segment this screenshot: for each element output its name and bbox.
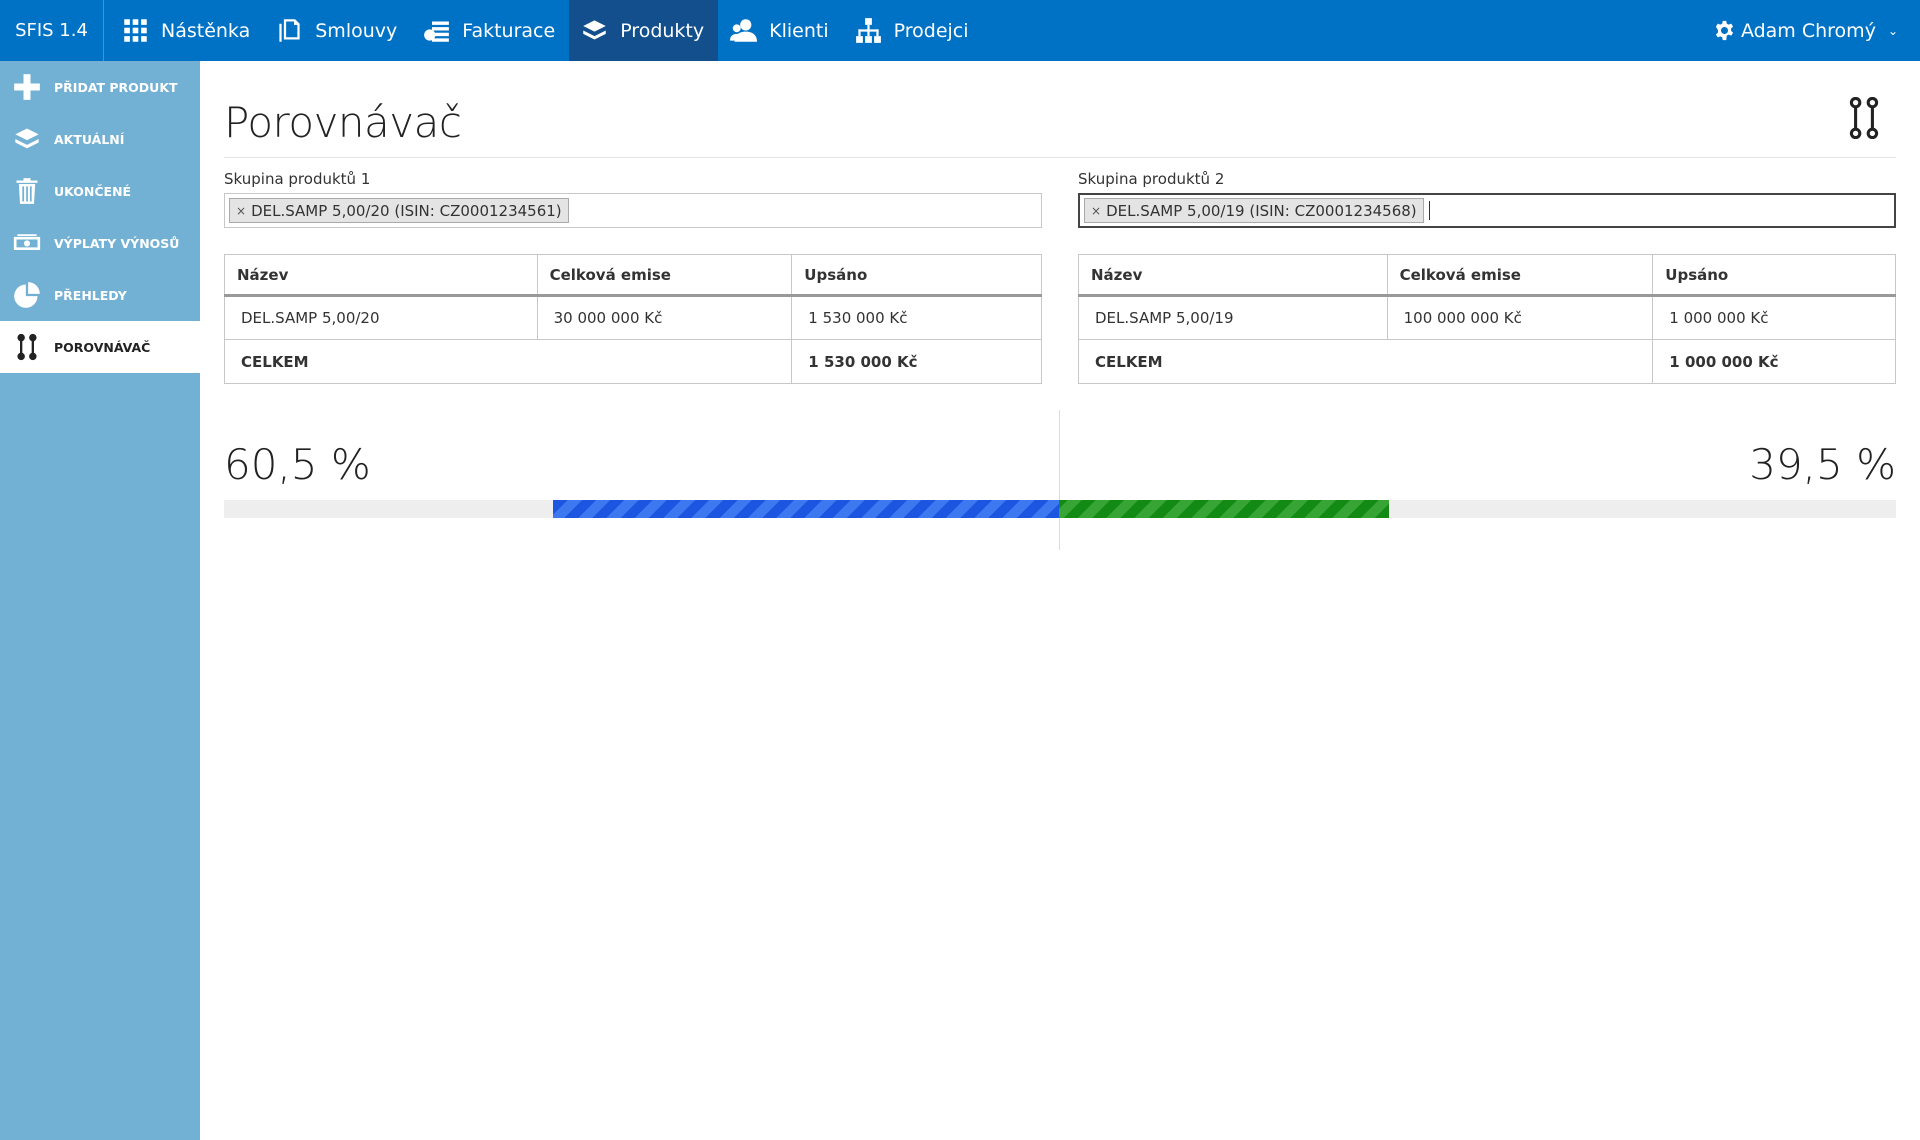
selected-product-chip: × DEL.SAMP 5,00/19 (ISIN: CZ0001234568) (1084, 198, 1424, 223)
sidebar-item-label: PŘIDAT PRODUKT (54, 79, 178, 95)
column-header[interactable]: Název (1078, 254, 1388, 297)
nav-item-klienti[interactable]: Klienti (718, 0, 842, 61)
main-content: Porovnávač Skupina produktů 1 × DEL.SAMP… (223, 61, 1896, 550)
group-1-table: Název Celková emise Upsáno DEL.SAMP 5,00… (223, 254, 1042, 384)
sidebar: PŘIDAT PRODUKT AKTUÁLNÍ UKONČENÉ VÝPLATY… (0, 61, 200, 1140)
ratio-track (224, 500, 1896, 518)
table-cell: DEL.SAMP 5,00/19 (1078, 295, 1388, 340)
sidebar-item-label: POROVNÁVAČ (54, 339, 151, 355)
selected-product-chip: × DEL.SAMP 5,00/20 (ISIN: CZ0001234561) (229, 198, 569, 223)
document-icon (279, 19, 300, 42)
sidebar-item-vyplaty-vynosu[interactable]: VÝPLATY VÝNOSŮ (0, 217, 200, 269)
total-label: CELKEM (223, 339, 793, 384)
group-2-ratio-bar (1059, 500, 1389, 518)
table-total-row: CELKEM 1 530 000 Kč (223, 339, 1042, 384)
nav-label: Smlouvy (315, 19, 398, 42)
sidebar-item-ukoncene[interactable]: UKONČENÉ (0, 165, 200, 217)
column-header[interactable]: Celková emise (1386, 254, 1654, 297)
column-header[interactable]: Upsáno (1652, 254, 1896, 297)
column-header[interactable]: Celková emise (536, 254, 793, 297)
chip-label: DEL.SAMP 5,00/20 (ISIN: CZ0001234561) (251, 201, 562, 220)
pie-chart-icon (14, 282, 40, 308)
chevron-down-icon: ⌄ (1887, 23, 1898, 38)
compare-icon[interactable] (1847, 97, 1881, 139)
money-icon (13, 234, 41, 250)
plus-icon (14, 74, 40, 100)
nav-label: Fakturace (462, 19, 556, 42)
sidebar-item-pridat-produkt[interactable]: PŘIDAT PRODUKT (0, 61, 200, 113)
nav-label: Prodejci (893, 19, 969, 42)
chip-remove-icon[interactable]: × (1091, 204, 1101, 218)
nav-item-prodejci[interactable]: Prodejci (843, 0, 983, 61)
user-name: Adam Chromý (1740, 19, 1876, 42)
left-percentage: 60,5 % (224, 440, 371, 489)
sidebar-item-prehledy[interactable]: PŘEHLEDY (0, 269, 200, 321)
sidebar-item-label: AKTUÁLNÍ (54, 131, 125, 147)
table-cell: 100 000 000 Kč (1386, 295, 1654, 340)
table-header-row: Název Celková emise Upsáno (1078, 254, 1896, 297)
grid-icon (124, 19, 147, 42)
product-groups: Skupina produktů 1 × DEL.SAMP 5,00/20 (I… (224, 170, 1896, 230)
table-cell: 1 000 000 Kč (1652, 295, 1896, 340)
users-icon (730, 19, 758, 42)
sidebar-item-aktualni[interactable]: AKTUÁLNÍ (0, 113, 200, 165)
comparison-tables: Název Celková emise Upsáno DEL.SAMP 5,00… (223, 254, 1896, 386)
product-group-1: Skupina produktů 1 × DEL.SAMP 5,00/20 (I… (224, 170, 1042, 228)
table-cell: 1 530 000 Kč (791, 295, 1042, 340)
sidebar-item-label: VÝPLATY VÝNOSŮ (54, 235, 180, 251)
product-group-2: Skupina produktů 2 × DEL.SAMP 5,00/19 (I… (1078, 170, 1896, 228)
total-value: 1 000 000 Kč (1652, 339, 1896, 384)
ratio-comparison: 60,5 % 39,5 % (224, 410, 1896, 550)
nav-item-nastenka[interactable]: Nástěnka (110, 0, 264, 61)
nav-label: Produkty (620, 19, 705, 42)
group-2-table: Název Celková emise Upsáno DEL.SAMP 5,00… (1077, 254, 1896, 384)
page-title: Porovnávač (224, 98, 462, 147)
text-cursor (1428, 201, 1430, 220)
chip-remove-icon[interactable]: × (236, 204, 246, 218)
compare-icon (17, 333, 37, 361)
table-row: DEL.SAMP 5,00/20 30 000 000 Kč 1 530 000… (224, 295, 1042, 340)
nav-item-fakturace[interactable]: Fakturace (411, 0, 569, 61)
group-1-ratio-bar (553, 500, 1059, 518)
table-cell: 30 000 000 Kč (536, 295, 793, 340)
total-label: CELKEM (1077, 339, 1654, 384)
top-navbar: SFIS 1.4 Nástěnka Smlouvy Fakturace Prod… (0, 0, 1920, 61)
trash-icon (16, 178, 38, 204)
user-menu[interactable]: Adam Chromý ⌄ (1714, 0, 1920, 61)
column-header[interactable]: Upsáno (791, 254, 1042, 297)
table-cell: DEL.SAMP 5,00/20 (224, 295, 538, 340)
hierarchy-icon (855, 18, 881, 43)
invoice-icon (424, 21, 450, 42)
table-header-row: Název Celková emise Upsáno (224, 254, 1042, 297)
chip-label: DEL.SAMP 5,00/19 (ISIN: CZ0001234568) (1106, 201, 1417, 220)
sidebar-item-porovnavac[interactable]: POROVNÁVAČ (0, 321, 200, 373)
app-brand[interactable]: SFIS 1.4 (0, 0, 104, 61)
gear-icon (1715, 20, 1734, 41)
layers-icon (583, 20, 606, 40)
group-label: Skupina produktů 1 (224, 170, 371, 188)
nav-label: Nástěnka (161, 19, 251, 42)
product-group-2-input[interactable]: × DEL.SAMP 5,00/19 (ISIN: CZ0001234568) (1078, 193, 1896, 228)
right-percentage: 39,5 % (1749, 440, 1896, 489)
main-nav: Nástěnka Smlouvy Fakturace Produkty Klie… (104, 0, 983, 61)
group-label: Skupina produktů 2 (1078, 170, 1225, 188)
sidebar-item-label: UKONČENÉ (54, 183, 132, 199)
column-header[interactable]: Název (224, 254, 538, 297)
title-divider (224, 157, 1896, 158)
total-value: 1 530 000 Kč (791, 339, 1042, 384)
table-total-row: CELKEM 1 000 000 Kč (1077, 339, 1896, 384)
center-divider (1059, 410, 1060, 550)
table-row: DEL.SAMP 5,00/19 100 000 000 Kč 1 000 00… (1078, 295, 1896, 340)
layers-icon (15, 128, 39, 149)
nav-item-produkty[interactable]: Produkty (569, 0, 719, 61)
nav-label: Klienti (769, 19, 829, 42)
sidebar-item-label: PŘEHLEDY (54, 287, 127, 303)
nav-item-smlouvy[interactable]: Smlouvy (264, 0, 411, 61)
product-group-1-input[interactable]: × DEL.SAMP 5,00/20 (ISIN: CZ0001234561) (224, 193, 1042, 228)
